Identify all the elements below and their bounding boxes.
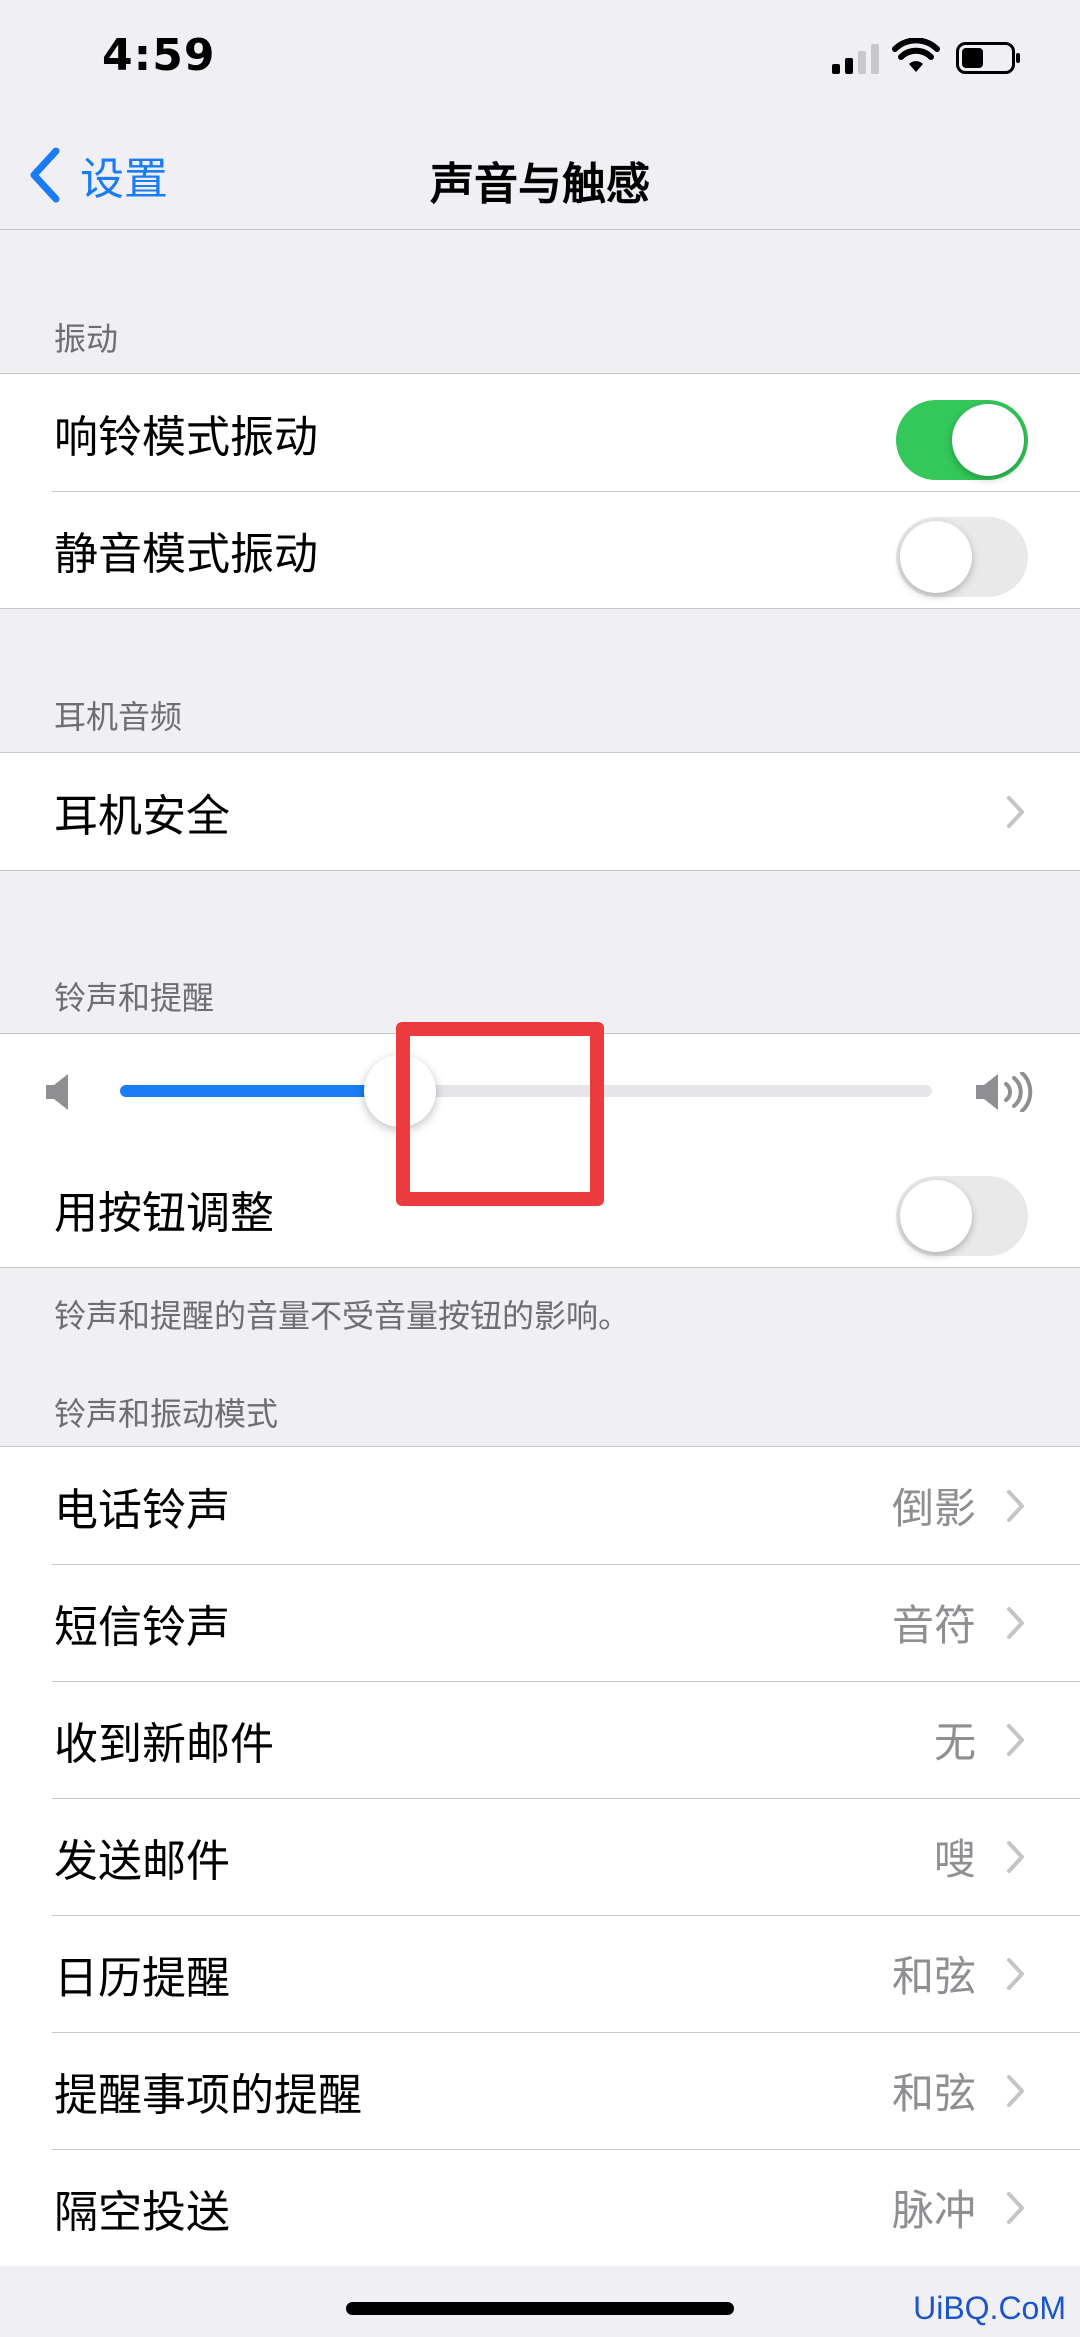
status-bar: 4:59 (0, 0, 1080, 120)
cellular-signal-icon (832, 44, 879, 74)
chevron-right-icon (1007, 1489, 1024, 1522)
change-with-buttons-label: 用按钮调整 (54, 1187, 274, 1239)
sent-mail-label: 发送邮件 (54, 1835, 230, 1887)
reminder-alerts-row[interactable]: 提醒事项的提醒 和弦 (0, 2032, 1080, 2149)
silent-vibrate-row: 静音模式振动 (0, 491, 1080, 608)
change-with-buttons-toggle[interactable] (896, 1176, 1028, 1256)
new-mail-value: 无 (933, 1718, 976, 1767)
calendar-alerts-value: 和弦 (891, 1952, 976, 2001)
chevron-right-icon (1007, 2074, 1024, 2107)
status-time: 4:59 (102, 30, 216, 81)
volume-low-icon (46, 1074, 68, 1110)
calendar-alerts-label: 日历提醒 (54, 1952, 230, 2004)
silent-vibrate-toggle[interactable] (896, 517, 1028, 597)
chevron-right-icon (1007, 1840, 1024, 1873)
vibration-group: 响铃模式振动 静音模式振动 (0, 373, 1080, 609)
text-tone-value: 音符 (891, 1601, 976, 1650)
ringtone-label: 电话铃声 (54, 1484, 230, 1536)
chevron-right-icon (1007, 1723, 1024, 1756)
sent-mail-value: 嗖 (933, 1835, 976, 1884)
chevron-right-icon (1007, 1957, 1024, 1990)
slider-fill (120, 1085, 400, 1097)
sent-mail-row[interactable]: 发送邮件 嗖 (0, 1798, 1080, 1915)
silent-vibrate-label: 静音模式振动 (54, 528, 318, 580)
ringer-footer-note: 铃声和提醒的音量不受音量按钮的影响。 (54, 1297, 631, 1335)
headphone-audio-group: 耳机安全 (0, 752, 1080, 871)
text-tone-row[interactable]: 短信铃声 音符 (0, 1564, 1080, 1681)
watermark: UiBQ.CoM (913, 2290, 1066, 2326)
home-indicator (346, 2302, 734, 2315)
ring-vibrate-row: 响铃模式振动 (0, 374, 1080, 491)
ring-vibrate-toggle[interactable] (896, 400, 1028, 480)
headphone-safety-row[interactable]: 耳机安全 (0, 753, 1080, 870)
toggle-knob (900, 521, 972, 593)
ring-vibrate-label: 响铃模式振动 (54, 411, 318, 463)
chevron-right-icon (1007, 795, 1024, 828)
highlight-annotation-box (396, 1022, 604, 1206)
chevron-right-icon (1007, 1606, 1024, 1639)
text-tone-label: 短信铃声 (54, 1601, 230, 1653)
ringtone-row[interactable]: 电话铃声 倒影 (0, 1447, 1080, 1564)
airdrop-value: 脉冲 (891, 2186, 976, 2235)
airdrop-label: 隔空投送 (54, 2186, 230, 2238)
reminder-alerts-label: 提醒事项的提醒 (54, 2069, 362, 2121)
battery-icon (956, 42, 1020, 74)
calendar-alerts-row[interactable]: 日历提醒 和弦 (0, 1915, 1080, 2032)
patterns-group: 电话铃声 倒影 短信铃声 音符 收到新邮件 无 发送邮件 嗖 日历提醒 和弦 提… (0, 1446, 1080, 2266)
section-header-headphone-audio: 耳机音频 (54, 698, 183, 736)
toggle-knob (952, 404, 1024, 476)
navigation-bar: 设置 声音与触感 (0, 120, 1080, 230)
volume-high-icon (976, 1072, 1033, 1112)
airdrop-row[interactable]: 隔空投送 脉冲 (0, 2149, 1080, 2266)
ringtone-value: 倒影 (891, 1484, 976, 1533)
section-header-ringer: 铃声和提醒 (54, 979, 215, 1017)
section-header-vibration: 振动 (54, 320, 119, 358)
toggle-knob (900, 1180, 972, 1252)
section-header-patterns: 铃声和振动模式 (54, 1395, 279, 1433)
new-mail-row[interactable]: 收到新邮件 无 (0, 1681, 1080, 1798)
reminder-alerts-value: 和弦 (891, 2069, 976, 2118)
new-mail-label: 收到新邮件 (54, 1718, 274, 1770)
page-title: 声音与触感 (430, 159, 650, 210)
wifi-icon (892, 38, 940, 72)
headphone-safety-label: 耳机安全 (54, 790, 230, 842)
chevron-right-icon (1007, 2191, 1024, 2224)
